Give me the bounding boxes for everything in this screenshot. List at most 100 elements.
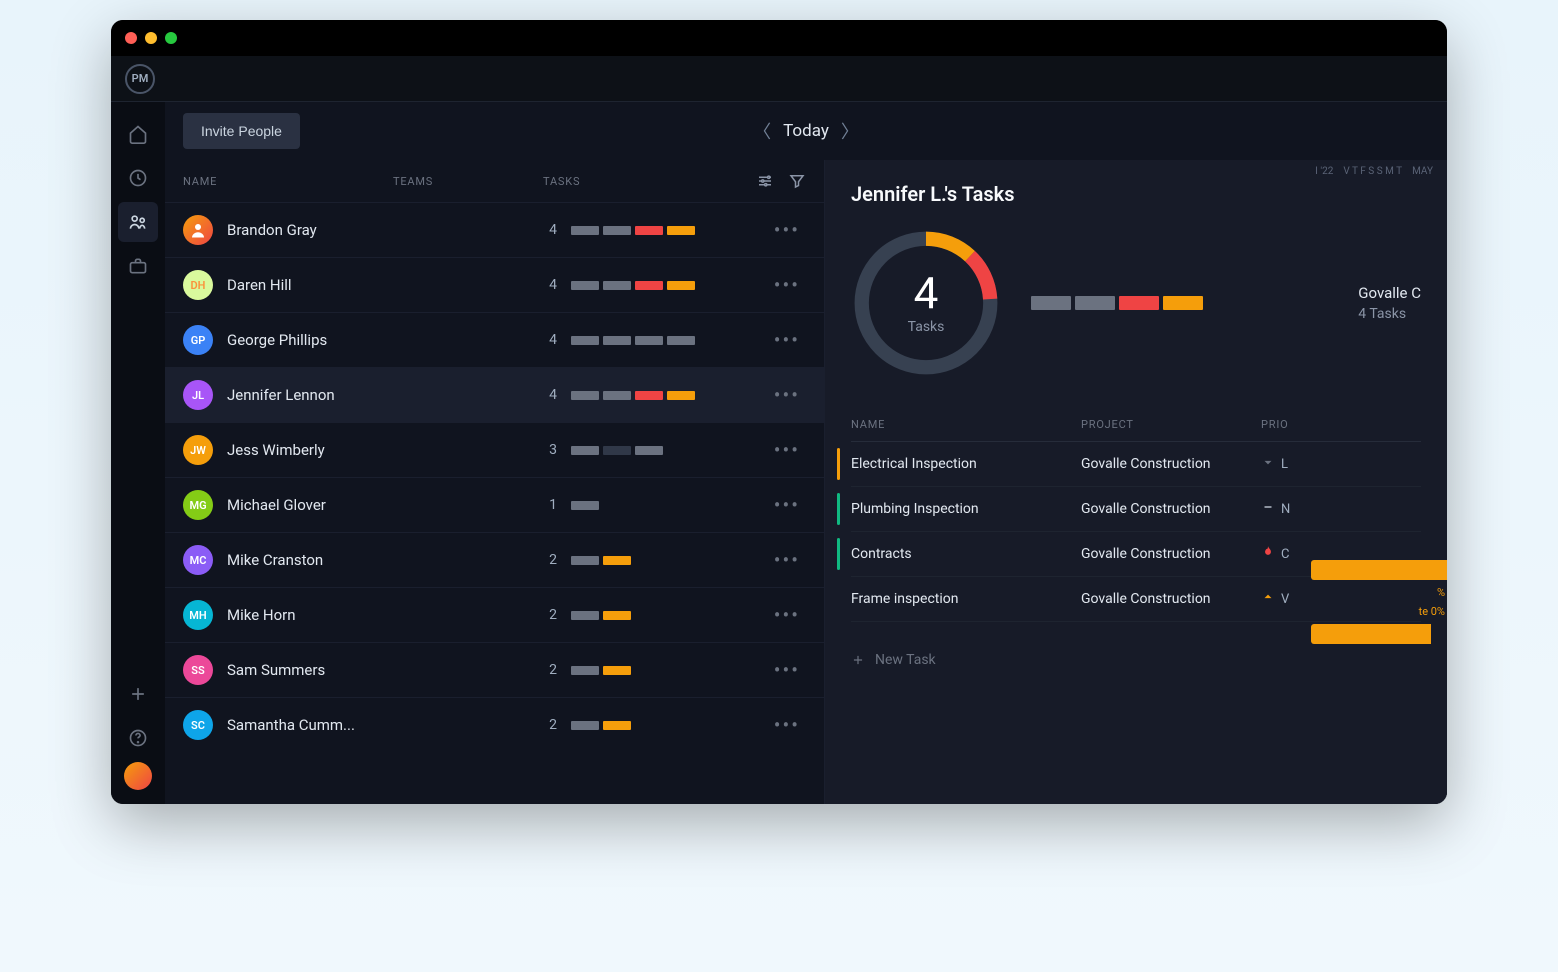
task-header-project: PROJECT xyxy=(1081,418,1261,431)
donut-label: Tasks xyxy=(908,319,945,335)
people-row[interactable]: MHMike Horn2••• xyxy=(165,587,824,642)
task-count: 2 xyxy=(543,717,557,733)
nav-projects[interactable] xyxy=(118,246,158,286)
nav-help[interactable] xyxy=(118,718,158,758)
people-row[interactable]: DH Daren Hill 4 ••• xyxy=(165,257,824,312)
task-name: Contracts xyxy=(851,546,1081,562)
people-list: Brandon Gray4•••DHDaren Hill4•••GPGeorge… xyxy=(165,202,824,752)
people-row[interactable]: SCSamantha Cumm...2••• xyxy=(165,697,824,752)
clock-icon xyxy=(128,168,148,188)
task-table-header: NAME PROJECT PRIO xyxy=(851,408,1421,442)
header-name: NAME xyxy=(183,175,393,188)
avatar: JW xyxy=(183,435,213,465)
task-count: 4 xyxy=(543,277,557,293)
window-close-button[interactable] xyxy=(125,32,137,44)
nav-add[interactable] xyxy=(118,674,158,714)
task-row[interactable]: Electrical InspectionGovalle Constructio… xyxy=(851,442,1421,487)
people-row[interactable]: MCMike Cranston2••• xyxy=(165,532,824,587)
app-logo[interactable]: PM xyxy=(125,64,155,94)
nav-recent[interactable] xyxy=(118,158,158,198)
donut-value: 4 xyxy=(914,271,939,315)
row-more-button[interactable]: ••• xyxy=(768,605,806,625)
task-name: Frame inspection xyxy=(851,591,1081,607)
priority-icon xyxy=(1261,455,1275,473)
summary-bars xyxy=(1031,296,1203,310)
row-more-button[interactable]: ••• xyxy=(768,715,806,735)
header-tasks: TASKS xyxy=(543,175,756,188)
avatar: MG xyxy=(183,490,213,520)
row-more-button[interactable]: ••• xyxy=(768,660,806,680)
date-navigator: 〈 Today 〉 xyxy=(753,118,859,144)
task-header-priority: PRIO xyxy=(1261,418,1421,431)
task-count: 1 xyxy=(543,497,557,513)
invite-people-button[interactable]: Invite People xyxy=(183,113,300,149)
row-more-button[interactable]: ••• xyxy=(768,330,806,350)
person-name: Jess Wimberly xyxy=(227,441,325,459)
people-row[interactable]: GPGeorge Phillips4••• xyxy=(165,312,824,367)
people-row[interactable]: Brandon Gray4••• xyxy=(165,202,824,257)
row-more-button[interactable]: ••• xyxy=(768,385,806,405)
task-header-name: NAME xyxy=(851,418,1081,431)
plus-icon xyxy=(851,653,865,667)
summary-task-count: 4 Tasks xyxy=(1358,306,1421,322)
briefcase-icon xyxy=(128,256,148,276)
current-user-avatar[interactable] xyxy=(124,762,152,790)
gantt-label: te 0% xyxy=(1311,605,1447,618)
task-bars xyxy=(571,446,663,455)
filter-icon[interactable] xyxy=(788,172,806,190)
summary-text: Govalle C 4 Tasks xyxy=(1358,284,1421,322)
nav-people[interactable] xyxy=(118,202,158,242)
app-header: PM xyxy=(111,56,1447,102)
task-count: 4 xyxy=(543,332,557,348)
avatar xyxy=(183,215,213,245)
task-project: Govalle Construction xyxy=(1081,456,1261,472)
row-more-button[interactable]: ••• xyxy=(768,275,806,295)
date-next-button[interactable]: 〉 xyxy=(841,118,859,144)
timeline-header: I '22 V T F S S M T MAY xyxy=(1301,160,1447,183)
priority-icon xyxy=(1261,500,1275,518)
task-bars xyxy=(571,501,599,510)
tasks-donut: 4 Tasks xyxy=(851,228,1001,378)
avatar: SS xyxy=(183,655,213,685)
gantt-bar xyxy=(1311,624,1431,644)
task-name: Electrical Inspection xyxy=(851,456,1081,472)
home-icon xyxy=(128,124,148,144)
people-row[interactable]: MG Michael Glover 1 ••• xyxy=(165,477,824,532)
priority-icon xyxy=(1261,590,1275,608)
avatar: MC xyxy=(183,545,213,575)
people-row[interactable]: JWJess Wimberly3••• xyxy=(165,422,824,477)
window-maximize-button[interactable] xyxy=(165,32,177,44)
task-row[interactable]: Plumbing InspectionGovalle ConstructionN xyxy=(851,487,1421,532)
row-more-button[interactable]: ••• xyxy=(768,550,806,570)
date-prev-button[interactable]: 〈 xyxy=(753,118,771,144)
task-bars xyxy=(571,556,631,565)
row-more-button[interactable]: ••• xyxy=(768,495,806,515)
new-task-label: New Task xyxy=(875,652,936,668)
date-label: Today xyxy=(783,121,829,141)
person-name: Mike Horn xyxy=(227,606,296,624)
priority-icon xyxy=(1261,545,1275,563)
task-count: 4 xyxy=(543,387,557,403)
person-name: Daren Hill xyxy=(227,276,292,294)
sliders-icon[interactable] xyxy=(756,172,774,190)
row-more-button[interactable]: ••• xyxy=(768,440,806,460)
main-area: Invite People 〈 Today 〉 NAME TEAMS TASKS xyxy=(165,102,1447,804)
nav-home[interactable] xyxy=(118,114,158,154)
person-name: Brandon Gray xyxy=(227,221,317,239)
task-bars xyxy=(571,391,695,400)
task-priority: L xyxy=(1261,455,1421,473)
avatar: DH xyxy=(183,270,213,300)
task-bars xyxy=(571,226,695,235)
timeline-month-left: I '22 xyxy=(1315,166,1333,177)
new-task-button[interactable]: New Task xyxy=(851,652,1421,668)
task-count: 2 xyxy=(543,607,557,623)
task-count: 2 xyxy=(543,552,557,568)
summary-row: 4 Tasks Govalle C 4 Tasks xyxy=(851,228,1421,378)
people-row[interactable]: JLJennifer Lennon4••• xyxy=(165,367,824,422)
person-name: Michael Glover xyxy=(227,496,326,514)
person-name: Jennifer Lennon xyxy=(227,386,335,404)
people-row[interactable]: SSSam Summers2••• xyxy=(165,642,824,697)
row-more-button[interactable]: ••• xyxy=(768,220,806,240)
window-minimize-button[interactable] xyxy=(145,32,157,44)
people-list-pane: NAME TEAMS TASKS Brandon Gray4•••DHDaren… xyxy=(165,160,825,804)
